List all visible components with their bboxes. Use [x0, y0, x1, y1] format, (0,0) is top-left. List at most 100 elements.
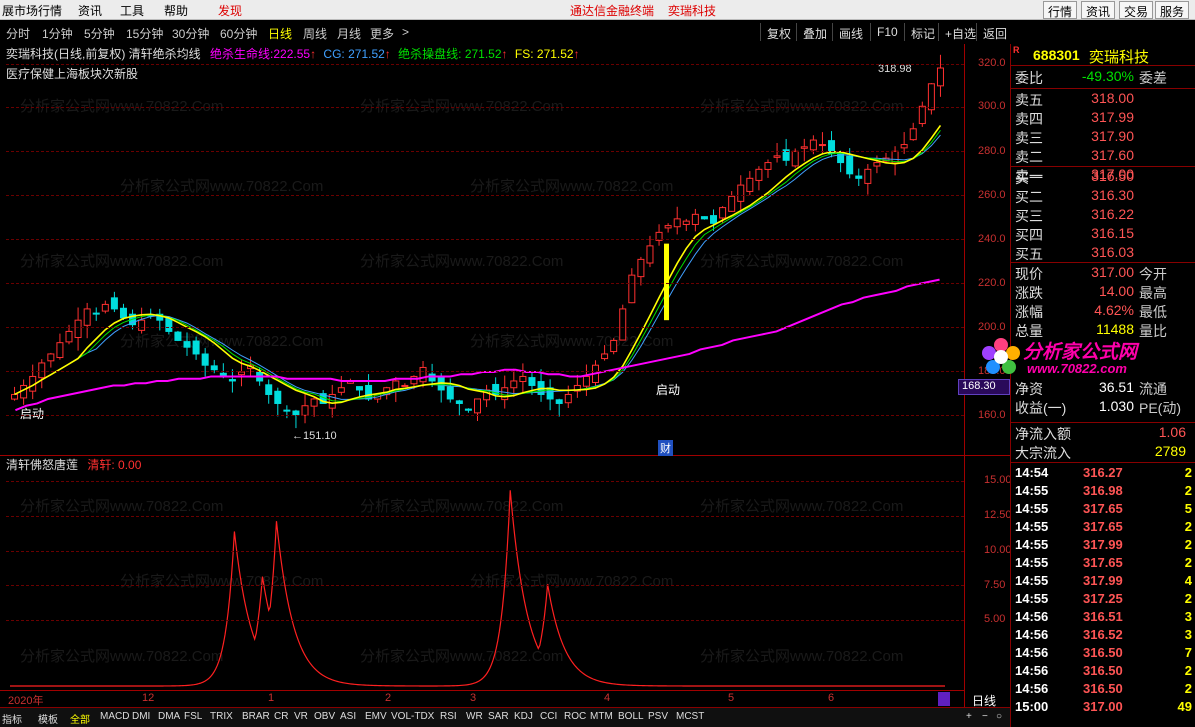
ask-row[interactable]: 卖四 317.99 [1011, 109, 1195, 128]
period-1min[interactable]: 1分钟 [42, 25, 73, 42]
period-daily[interactable]: 日线 [268, 25, 292, 42]
candle-body [737, 184, 745, 202]
tab-rsi[interactable]: RSI [440, 711, 457, 722]
time-tick: 4 [604, 692, 611, 704]
period-fenshi[interactable]: 分时 [6, 25, 30, 42]
btn-info[interactable]: 资讯 [1081, 1, 1116, 19]
candle-body [92, 312, 100, 315]
tab-dmi[interactable]: DMI [132, 711, 150, 722]
period-more[interactable]: 更多 [370, 25, 394, 42]
tab-asi[interactable]: ASI [340, 711, 356, 722]
tab-cci[interactable]: CCI [540, 711, 557, 722]
btn-f10[interactable]: F10 [870, 23, 904, 41]
main-chart-divider [0, 455, 1010, 456]
candlestick-chart[interactable] [6, 44, 964, 454]
tab-vr[interactable]: VR [294, 711, 308, 722]
candle-body [65, 330, 73, 343]
grid-line [6, 151, 964, 152]
tab-cr[interactable]: CR [274, 711, 288, 722]
btn-overlay[interactable]: 叠加 [796, 23, 833, 41]
candle-body [355, 386, 363, 391]
bid-row[interactable]: 买五 316.03 [1011, 244, 1195, 263]
candle-body [673, 218, 681, 228]
ask-row[interactable]: 卖五 318.00 [1011, 90, 1195, 109]
tick-price: 316.51 [1083, 609, 1123, 624]
reset-icon[interactable]: ○ [996, 711, 1002, 722]
tab-boll[interactable]: BOLL [618, 711, 644, 722]
tab-trix[interactable]: TRIX [210, 711, 233, 722]
zoom-out-icon[interactable]: − [982, 711, 988, 722]
tab-kdj[interactable]: KDJ [514, 711, 533, 722]
btn-fuquan[interactable]: 复权 [760, 23, 797, 41]
candle-body [165, 317, 173, 332]
candle-body [855, 175, 863, 179]
ad-banner[interactable]: 分析家公式网 www.70822.com [981, 335, 1177, 381]
period-30min[interactable]: 30分钟 [172, 25, 209, 42]
candle-body [646, 245, 654, 264]
tab-template[interactable]: 模板 [38, 711, 58, 726]
zoom-in-icon[interactable]: + [966, 711, 972, 722]
period-15min[interactable]: 15分钟 [126, 25, 163, 42]
menu-news[interactable]: 资讯 [78, 2, 102, 19]
tick-price: 317.00 [1083, 699, 1123, 714]
tab-psy[interactable]: PSV [648, 711, 668, 722]
btn-back[interactable]: 返回 [976, 23, 1013, 41]
candle-body [310, 398, 318, 407]
candle-body [183, 341, 191, 348]
tab-mcst[interactable]: MCST [676, 711, 704, 722]
app-title: 通达信金融终端 [570, 4, 655, 18]
btn-quote[interactable]: 行情 [1043, 1, 1078, 19]
tab-roc[interactable]: ROC [564, 711, 586, 722]
candle-body [564, 393, 572, 404]
tab-mtm[interactable]: MTM [590, 711, 613, 722]
menu-market[interactable]: 展市场行情 [2, 2, 62, 19]
chevron-right-icon[interactable]: > [402, 25, 409, 39]
price-tick: 240.0 [978, 233, 1006, 245]
menu-help[interactable]: 帮助 [164, 2, 188, 19]
finance-marker[interactable]: 财 [658, 440, 673, 456]
sub-indicator-chart[interactable] [6, 470, 964, 690]
candle-body [755, 168, 763, 181]
period-5min[interactable]: 5分钟 [84, 25, 115, 42]
candle-body [873, 162, 881, 167]
candle-body [818, 144, 826, 147]
tick-price: 316.50 [1083, 681, 1123, 696]
tab-sar[interactable]: SAR [488, 711, 509, 722]
tab-all[interactable]: 全部 [70, 711, 90, 726]
tab-emv[interactable]: EMV [365, 711, 387, 722]
low-price-label: ←151.10 [292, 430, 337, 442]
tab-fsl[interactable]: FSL [184, 711, 202, 722]
bid-row[interactable]: 买一 316.50 [1011, 168, 1195, 187]
btn-service[interactable]: 服务 [1155, 1, 1190, 19]
menu-tools[interactable]: 工具 [120, 2, 144, 19]
bid-row[interactable]: 买二 316.30 [1011, 187, 1195, 206]
tab-wr[interactable]: WR [466, 711, 483, 722]
ask-row[interactable]: 卖三 317.90 [1011, 128, 1195, 147]
weicha-label: 委差 [1139, 70, 1167, 86]
tab-brar[interactable]: BRAR [242, 711, 270, 722]
btn-drawline[interactable]: 画线 [832, 23, 869, 41]
bid-row[interactable]: 买四 316.15 [1011, 225, 1195, 244]
tab-vol-tdx[interactable]: VOL-TDX [391, 711, 434, 722]
menu-discover[interactable]: 发现 [218, 2, 242, 19]
btn-mark[interactable]: 标记 [904, 23, 941, 41]
grid-line [6, 107, 964, 108]
candle-body [401, 384, 409, 387]
tab-macd[interactable]: MACD [100, 711, 129, 722]
scroll-marker-icon[interactable] [938, 692, 950, 706]
tab-indicator[interactable]: 指标 [2, 711, 22, 726]
tab-obv[interactable]: OBV [314, 711, 335, 722]
candle-body [691, 213, 699, 225]
period-60min[interactable]: 60分钟 [220, 25, 257, 42]
grid-line [6, 551, 964, 552]
period-monthly[interactable]: 月线 [337, 25, 361, 42]
flow-block: 净流入额 1.06 大宗流入 2789 [1011, 422, 1195, 462]
tab-dma[interactable]: DMA [158, 711, 180, 722]
candle-body [746, 177, 754, 192]
period-weekly[interactable]: 周线 [303, 25, 327, 42]
candle-body [11, 393, 19, 400]
btn-trade[interactable]: 交易 [1119, 1, 1154, 19]
sub-tick: 7.50 [984, 579, 1006, 591]
ask-row[interactable]: 卖二 317.60 [1011, 147, 1195, 166]
bid-row[interactable]: 买三 316.22 [1011, 206, 1195, 225]
